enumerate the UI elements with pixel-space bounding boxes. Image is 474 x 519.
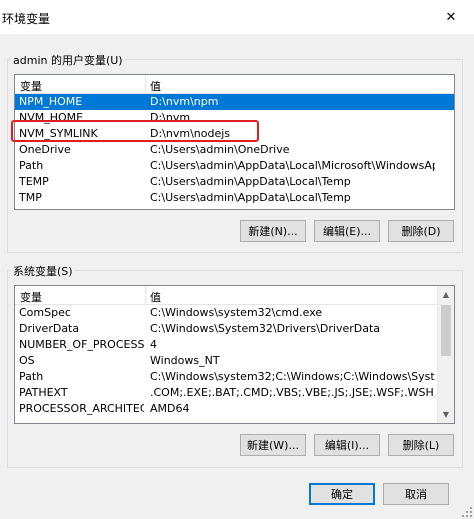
window-title: 环境变量 — [2, 12, 51, 26]
variable-name-cell: Path — [19, 159, 44, 172]
variable-value-cell: C:\Windows\system32;C:\Windows;C:\Window… — [150, 370, 435, 383]
table-row[interactable]: OneDrive C:\Users\admin\OneDrive — [15, 142, 454, 158]
close-icon: ✕ — [445, 9, 457, 25]
variable-name-cell: NVM_HOME — [19, 111, 84, 124]
variable-value-cell: C:\Users\admin\AppData\Local\Temp — [150, 191, 351, 204]
table-row[interactable]: NVM_HOME D:\nvm — [15, 110, 454, 126]
variable-value-cell: C:\Windows\System32\Drivers\DriverData — [150, 322, 381, 335]
variable-name-cell: PATHEXT — [19, 386, 68, 399]
variable-name-cell: TEMP — [19, 175, 49, 188]
variable-value-cell: C:\Users\admin\AppData\Local\Microsoft\W… — [150, 159, 435, 172]
variable-value-cell: D:\nvm\nodejs — [150, 127, 231, 140]
table-row[interactable]: Path C:\Users\admin\AppData\Local\Microso… — [15, 158, 454, 174]
system-variables-scrollbar[interactable]: ▲ ▼ — [437, 286, 454, 423]
user-variables-label: admin 的用户变量(U) — [11, 52, 125, 68]
scroll-up-icon[interactable]: ▲ — [438, 286, 454, 303]
variable-value-cell: D:\nvm — [150, 111, 191, 124]
variable-value-cell: .COM;.EXE;.BAT;.CMD;.VBS;.VBE;.JS;.JSE;.… — [150, 386, 435, 399]
table-row[interactable]: TMP C:\Users\admin\AppData\Local\Temp — [15, 190, 454, 206]
table-row[interactable]: OS Windows_NT — [15, 353, 454, 369]
dialog-body: admin 的用户变量(U) 变量 值 NPM_HOME D:\nvm\npm NV… — [0, 34, 474, 519]
table-row[interactable]: NPM_HOME D:\nvm\npm — [15, 94, 454, 110]
user-delete-button[interactable]: 删除(D) — [388, 220, 454, 242]
cancel-button[interactable]: 取消 — [383, 483, 449, 505]
user-variables-list[interactable]: 变量 值 NPM_HOME D:\nvm\npm NVM_HOME D:\nvm NVM… — [14, 74, 455, 210]
table-row[interactable]: ComSpec C:\Windows\system32\cmd.exe — [15, 305, 454, 321]
variable-name-cell: ComSpec — [19, 306, 71, 319]
variable-value-cell: Windows_NT — [150, 354, 220, 367]
variable-name-cell: NUMBER_OF_PROCESSORS — [19, 338, 144, 351]
close-button[interactable]: ✕ — [428, 0, 474, 34]
variable-name-cell: OneDrive — [19, 143, 71, 156]
system-delete-button[interactable]: 删除(L) — [388, 434, 454, 456]
system-variables-list[interactable]: 变量 值 ComSpec C:\Windows\system32\cmd.exe D… — [14, 285, 455, 424]
system-variables-header: 变量 值 — [15, 286, 454, 305]
system-new-button[interactable]: 新建(W)... — [240, 434, 306, 456]
scroll-thumb[interactable] — [441, 305, 451, 356]
variable-name-cell: NPM_HOME — [19, 95, 83, 108]
user-variables-header: 变量 值 — [15, 75, 454, 94]
user-edit-button[interactable]: 编辑(E)... — [314, 220, 380, 242]
variable-value-cell: C:\Users\admin\AppData\Local\Temp — [150, 175, 351, 188]
variable-name-cell: Path — [19, 370, 44, 383]
variable-value-cell: 4 — [150, 338, 157, 351]
scroll-down-icon[interactable]: ▼ — [438, 406, 454, 423]
variable-name-cell: NVM_SYMLINK — [19, 127, 98, 140]
variable-name-cell: TMP — [19, 191, 42, 204]
variable-name-cell: DriverData — [19, 322, 80, 335]
column-header-variable[interactable]: 变量 — [20, 289, 42, 305]
title-bar: 环境变量 ✕ — [0, 0, 474, 34]
table-row[interactable]: PATHEXT .COM;.EXE;.BAT;.CMD;.VBS;.VBE;.JS… — [15, 385, 454, 401]
table-row[interactable]: NVM_SYMLINK D:\nvm\nodejs — [15, 126, 454, 142]
column-header-value[interactable]: 值 — [150, 78, 161, 94]
table-row[interactable]: NUMBER_OF_PROCESSORS 4 — [15, 337, 454, 353]
variable-name-cell: OS — [19, 354, 35, 367]
variable-value-cell: D:\nvm\npm — [150, 95, 219, 108]
system-edit-button[interactable]: 编辑(I)... — [314, 434, 380, 456]
resize-grip-icon[interactable] — [462, 507, 472, 517]
table-row[interactable]: TEMP C:\Users\admin\AppData\Local\Temp — [15, 174, 454, 190]
user-new-button[interactable]: 新建(N)... — [240, 220, 306, 242]
table-row[interactable]: Path C:\Windows\system32;C:\Windows;C:\Wi… — [15, 369, 454, 385]
column-header-value[interactable]: 值 — [150, 289, 161, 305]
system-variables-label: 系统变量(S) — [11, 263, 75, 279]
ok-button[interactable]: 确定 — [309, 483, 375, 505]
variable-value-cell: AMD64 — [150, 402, 190, 415]
table-row[interactable]: PROCESSOR_ARCHITECT... AMD64 — [15, 401, 454, 417]
variable-value-cell: C:\Users\admin\OneDrive — [150, 143, 290, 156]
column-header-variable[interactable]: 变量 — [20, 78, 42, 94]
variable-name-cell: PROCESSOR_ARCHITECT... — [19, 402, 144, 415]
table-row[interactable]: DriverData C:\Windows\System32\Drivers\Dr… — [15, 321, 454, 337]
variable-value-cell: C:\Windows\system32\cmd.exe — [150, 306, 323, 319]
